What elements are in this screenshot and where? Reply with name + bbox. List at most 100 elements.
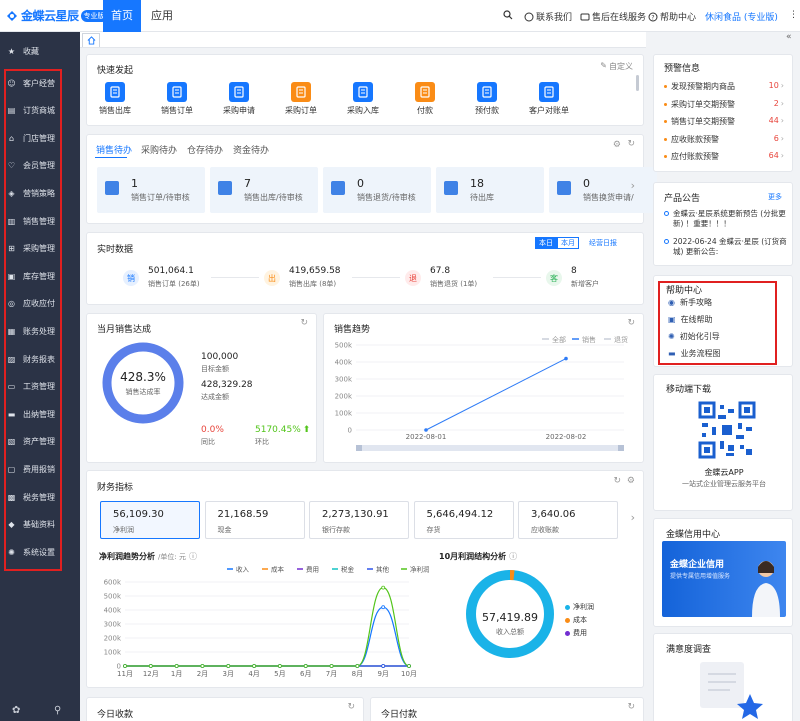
nav-tab-apps[interactable]: 应用	[145, 0, 179, 32]
realtime-card: 实时数据 本日 本月 经营日报 销 501,064.1 销售订单 (26单) 出 419…	[86, 232, 644, 305]
data-point[interactable]	[355, 664, 360, 668]
settings-icon[interactable]: ✿	[12, 705, 20, 716]
legend-label[interactable]: 退货	[614, 335, 628, 344]
account-switch[interactable]: 休闲食品 (专业版)	[705, 10, 778, 23]
data-point[interactable]	[200, 664, 205, 668]
data-point[interactable]	[278, 664, 282, 668]
alert-item[interactable]: 销售订单交期预警 44 ›	[664, 116, 784, 127]
data-point[interactable]	[407, 664, 411, 668]
pin-icon[interactable]: ⚲	[54, 705, 61, 716]
refresh-icon[interactable]: ↻	[627, 702, 635, 712]
month-button[interactable]: 本月	[557, 237, 579, 249]
data-point[interactable]	[381, 664, 386, 668]
pending-tile-2[interactable]: 0 销售退货/待审核	[323, 167, 431, 213]
more-menu[interactable]: ⋮	[789, 10, 798, 20]
alerts-title: 预警信息	[664, 64, 701, 74]
data-point[interactable]	[329, 664, 334, 668]
legend-label[interactable]: 全部	[552, 335, 566, 344]
pending-tile-3[interactable]: 18 待出库	[436, 167, 544, 213]
pending-tile-4[interactable]: 0 销售换货申请/	[549, 167, 657, 213]
donut-legend-item[interactable]: 费用	[565, 628, 587, 638]
range-handle-right[interactable]	[618, 445, 624, 451]
contact-link[interactable]: 联系我们	[524, 10, 572, 23]
data-point[interactable]	[303, 664, 308, 668]
finance-card: 财务指标 ↻ ⚙ 56,109.30 净利润 21,168.59 现金 2,273,13…	[86, 470, 644, 688]
quick-item-1[interactable]: 销售订单	[152, 82, 202, 116]
data-point[interactable]	[226, 664, 231, 668]
settings-gear-icon[interactable]: ⚙	[627, 476, 635, 486]
app-logo[interactable]: 金蝶云星辰 专业版	[5, 7, 108, 24]
data-point[interactable]	[381, 585, 386, 590]
donut-label: 收入总额	[496, 628, 524, 636]
quick-item-2[interactable]: 采购申请	[214, 82, 264, 116]
data-point[interactable]	[148, 664, 153, 668]
today-button[interactable]: 本日	[535, 237, 557, 249]
alert-item[interactable]: 应付账款预警 64 ›	[664, 151, 784, 162]
quick-item-3[interactable]: 采购订单	[276, 82, 326, 116]
pending-tab-0[interactable]: 销售待办	[96, 143, 132, 156]
refresh-icon[interactable]: ↻	[613, 476, 621, 486]
nav-tab-home[interactable]: 首页	[103, 0, 141, 32]
collapse-icon[interactable]: «	[786, 32, 792, 42]
x-tick-label: 12月	[143, 670, 159, 678]
app-desc: 一站式企业管理云服务平台	[682, 480, 766, 488]
data-point[interactable]	[174, 664, 179, 668]
legend-label[interactable]: 成本	[271, 565, 285, 574]
quick-item-5[interactable]: 付款	[400, 82, 450, 116]
document-icon	[353, 82, 373, 102]
y-tick-label: 500k	[104, 593, 122, 601]
customize-label: 自定义	[609, 62, 633, 71]
legend-label[interactable]: 费用	[306, 565, 319, 574]
home-tab[interactable]	[82, 33, 100, 47]
refresh-icon[interactable]: ↻	[347, 702, 355, 712]
refresh-icon[interactable]: ↻	[300, 318, 308, 328]
quick-item-0[interactable]: 销售出库	[90, 82, 140, 116]
data-point[interactable]	[564, 356, 568, 361]
data-point[interactable]	[424, 428, 428, 432]
y-tick-label: 600k	[104, 579, 122, 587]
range-handle-left[interactable]	[356, 445, 362, 451]
info-icon[interactable]: ⓘ	[509, 551, 517, 562]
sidebar-item-0[interactable]: ★ 收藏	[0, 40, 80, 62]
data-point[interactable]	[252, 664, 256, 668]
next-arrow-icon[interactable]: ›	[631, 179, 635, 192]
alert-item[interactable]: 应收账款预警 6 ›	[664, 134, 784, 145]
pending-tab-3[interactable]: 资金待办	[233, 143, 269, 156]
quick-item-7[interactable]: 客户对账单	[524, 82, 574, 116]
notice-item[interactable]: 2022-06-24 金蝶云·星辰 (订货商城) 更新公告:	[664, 237, 788, 257]
quick-item-4[interactable]: 采购入库	[338, 82, 388, 116]
help-link[interactable]: ? 帮助中心	[648, 10, 696, 23]
notice-item[interactable]: 金蝶云·星辰系统更新预告 (分批更新) ！重要！！！	[664, 209, 788, 229]
next-arrow-icon[interactable]: ›	[631, 511, 635, 524]
legend-label[interactable]: 净利润	[410, 565, 430, 574]
range-slider[interactable]	[356, 445, 624, 451]
notice-card: 产品公告 更多 金蝶云·星辰系统更新预告 (分批更新) ！重要！！！ 2022-0…	[653, 182, 793, 266]
legend-label[interactable]: 销售	[582, 335, 596, 344]
settings-gear-icon[interactable]: ⚙	[613, 140, 621, 150]
daily-report-link[interactable]: 经营日报	[589, 238, 617, 248]
legend-label[interactable]: 其他	[376, 565, 390, 574]
notice-more-link[interactable]: 更多	[768, 192, 782, 202]
donut-legend-item[interactable]: 净利润	[565, 602, 594, 612]
alert-item[interactable]: 采购订单交期预警 2 ›	[664, 99, 784, 110]
data-point[interactable]	[381, 605, 386, 610]
search-button[interactable]	[503, 10, 513, 20]
refresh-icon[interactable]: ↻	[627, 139, 635, 149]
pending-tab-2[interactable]: 仓存待办	[187, 143, 223, 156]
legend-label[interactable]: 收入	[236, 565, 250, 574]
pending-tile-1[interactable]: 7 销售出库/待审核	[210, 167, 318, 213]
alert-item[interactable]: 发现预警期内商品 10 ›	[664, 81, 784, 92]
pending-tab-1[interactable]: 采购待办	[141, 143, 177, 156]
legend-label[interactable]: 税金	[341, 565, 355, 574]
customize-button[interactable]: ✎ 自定义	[600, 61, 633, 72]
finance-tile-3[interactable]: 5,646,494.12 存货	[413, 501, 514, 539]
quick-item-6[interactable]: 预付款	[462, 82, 512, 116]
pending-tile-0[interactable]: 1 销售订单/待审核	[97, 167, 205, 213]
credit-banner[interactable]: 金蝶企业信用 提供专属信用增值服务	[662, 541, 786, 617]
data-point[interactable]	[123, 664, 127, 668]
scrollbar[interactable]	[636, 75, 639, 91]
donut-legend-item[interactable]: 成本	[565, 615, 587, 625]
x-tick-label: 11月	[117, 670, 133, 678]
finance-tile-4[interactable]: 3,640.06 应收账款	[518, 501, 618, 539]
service-link[interactable]: 售后在线服务	[580, 10, 646, 23]
